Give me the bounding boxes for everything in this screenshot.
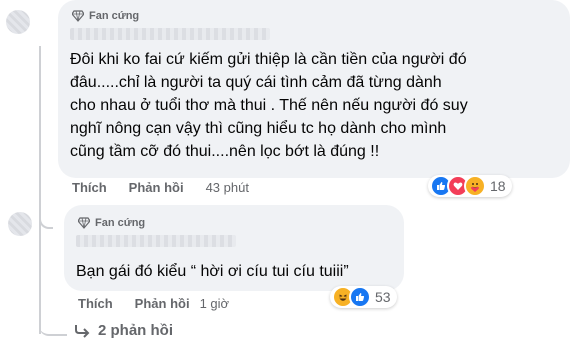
- reply-button[interactable]: Phản hồi: [135, 296, 190, 311]
- replies-connector: [39, 320, 67, 336]
- reply-arrow-icon: [75, 324, 90, 338]
- comment-actions: Thích Phản hồi 43 phút: [72, 180, 249, 195]
- avatar[interactable]: [8, 212, 32, 236]
- reply-button[interactable]: Phản hồi: [129, 180, 184, 195]
- comment-bubble: Fan cứng Bạn gái đó kiểu “ hời ơi cíu tu…: [64, 205, 404, 291]
- reaction-count: 53: [375, 289, 391, 305]
- comment-line: nghĩ nông cạn vậy thì cũng hiểu tc họ dà…: [70, 120, 447, 137]
- comment-line: Đôi khi ko fai cứ kiếm gửi thiệp là cần …: [70, 51, 467, 68]
- like-button[interactable]: Thích: [78, 296, 113, 311]
- reaction-summary[interactable]: 53: [330, 286, 397, 308]
- care-icon: [464, 175, 486, 197]
- comment-line: cũng tầm cỡ đó thui....nên lọc bớt là đú…: [70, 143, 380, 160]
- badge-label: Fan cứng: [89, 10, 140, 22]
- comment-bubble: Fan cứng Đôi khi ko fai cứ kiếm gửi thiệ…: [58, 0, 570, 178]
- diamond-icon: [72, 10, 84, 22]
- avatar[interactable]: [6, 10, 30, 34]
- like-button[interactable]: Thích: [72, 180, 107, 195]
- view-replies-link[interactable]: 2 phản hồi: [74, 322, 173, 339]
- comment-text: Đôi khi ko fai cứ kiếm gửi thiệp là cần …: [70, 48, 565, 163]
- like-icon: [349, 286, 371, 308]
- commenter-name[interactable]: [76, 235, 236, 247]
- comment-text: Bạn gái đó kiểu “ hời ơi cíu tui cíu tui…: [76, 260, 396, 283]
- timestamp[interactable]: 43 phút: [206, 180, 249, 195]
- timestamp[interactable]: 1 giờ: [200, 296, 230, 311]
- comment-line: cho nhau ở tuổi thơ mà thui . Thế nên nế…: [70, 97, 468, 114]
- view-replies-label[interactable]: 2 phản hồi: [98, 322, 173, 339]
- comment-line: Bạn gái đó kiểu “ hời ơi cíu tui cíu tui…: [76, 263, 349, 280]
- comment-line: đâu.....chỉ là người ta quý cái tình cảm…: [70, 74, 442, 91]
- reaction-count: 18: [490, 178, 506, 194]
- thread-line: [39, 46, 41, 334]
- fan-badge: Fan cứng: [78, 217, 145, 229]
- diamond-icon: [78, 217, 90, 229]
- commenter-name[interactable]: [70, 28, 270, 40]
- reply-connector: [39, 195, 53, 229]
- badge-label: Fan cứng: [95, 217, 146, 229]
- comment-actions: Thích Phản hồi 1 giờ: [78, 296, 229, 311]
- fan-badge: Fan cứng: [72, 10, 139, 22]
- reaction-summary[interactable]: 18: [428, 175, 512, 197]
